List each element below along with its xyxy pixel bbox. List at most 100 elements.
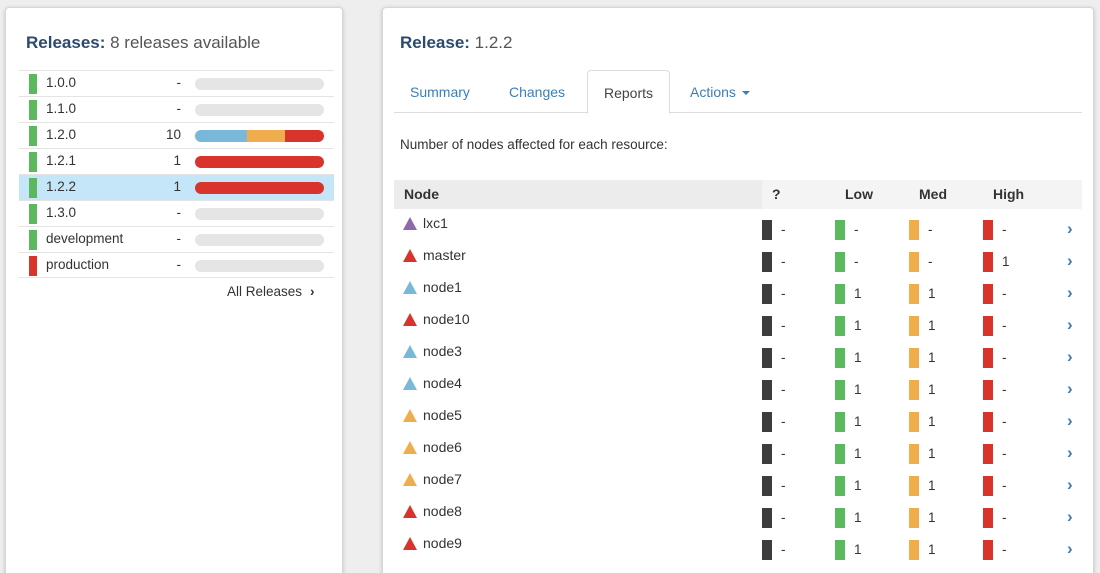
table-row[interactable]: node4 - 1 1 - ›	[394, 369, 1084, 401]
table-row[interactable]: node3 - 1 1 - ›	[394, 337, 1084, 369]
release-name: 1.0.0	[46, 75, 77, 90]
release-item[interactable]: 1.2.2 1	[19, 174, 334, 200]
low-swatch	[835, 476, 845, 496]
release-progress-bar	[195, 208, 324, 220]
unknown-value: -	[781, 222, 786, 237]
chevron-right-icon[interactable]: ›	[1067, 411, 1073, 431]
node-status-triangle-icon	[403, 537, 417, 550]
header-med: Med	[919, 186, 947, 202]
med-swatch	[909, 252, 919, 272]
high-swatch	[983, 348, 993, 368]
high-value: -	[1002, 478, 1007, 493]
unknown-value: -	[781, 350, 786, 365]
release-tabs: Summary Changes Reports Actions	[394, 70, 1082, 114]
tab-reports[interactable]: Reports	[587, 70, 671, 114]
tab-summary-label: Summary	[410, 84, 470, 100]
table-row[interactable]: node9 - 1 1 - ›	[394, 529, 1084, 561]
node-status-triangle-icon	[403, 505, 417, 518]
all-releases-label: All Releases	[227, 284, 303, 299]
tab-summary[interactable]: Summary	[394, 70, 486, 113]
med-value: 1	[928, 382, 936, 397]
unknown-swatch	[762, 540, 772, 560]
release-item[interactable]: production -	[19, 252, 334, 278]
tab-changes[interactable]: Changes	[493, 70, 581, 113]
chevron-right-icon[interactable]: ›	[1067, 283, 1073, 303]
release-bar-segment	[195, 130, 247, 142]
release-count: 1	[173, 153, 181, 168]
high-value: -	[1002, 222, 1007, 237]
node-name: node3	[423, 343, 462, 359]
med-value: -	[928, 254, 933, 269]
release-name: 1.2.1	[46, 153, 77, 168]
node-status-triangle-icon	[403, 441, 417, 454]
table-row[interactable]: master - - - 1 ›	[394, 241, 1084, 273]
release-status-swatch	[29, 152, 37, 172]
release-status-swatch	[29, 230, 37, 250]
table-row[interactable]: node6 - 1 1 - ›	[394, 433, 1084, 465]
release-version: 1.2.2	[469, 33, 513, 52]
low-value: 1	[854, 318, 862, 333]
med-swatch	[909, 284, 919, 304]
chevron-right-icon[interactable]: ›	[1067, 443, 1073, 463]
low-value: 1	[854, 510, 862, 525]
unknown-value: -	[781, 446, 786, 461]
unknown-value: -	[781, 414, 786, 429]
table-row[interactable]: node5 - 1 1 - ›	[394, 401, 1084, 433]
all-releases-link[interactable]: All Releases ›	[227, 284, 315, 299]
chevron-right-icon: ›	[310, 284, 315, 299]
med-swatch	[909, 476, 919, 496]
chevron-right-icon[interactable]: ›	[1067, 347, 1073, 367]
chevron-right-icon[interactable]: ›	[1067, 379, 1073, 399]
high-value: -	[1002, 350, 1007, 365]
node-name: node1	[423, 279, 462, 295]
table-row[interactable]: node7 - 1 1 - ›	[394, 465, 1084, 497]
release-progress-bar	[195, 156, 324, 168]
unknown-value: -	[781, 478, 786, 493]
release-item[interactable]: 1.2.1 1	[19, 148, 334, 174]
releases-count-text: 8 releases available	[105, 33, 261, 52]
table-row[interactable]: node8 - 1 1 - ›	[394, 497, 1084, 529]
release-status-swatch	[29, 100, 37, 120]
table-row[interactable]: lxc1 - - - - ›	[394, 209, 1084, 241]
chevron-right-icon[interactable]: ›	[1067, 315, 1073, 335]
high-swatch	[983, 444, 993, 464]
high-swatch	[983, 284, 993, 304]
unknown-value: -	[781, 318, 786, 333]
table-row[interactable]: node10 - 1 1 - ›	[394, 305, 1084, 337]
tab-reports-label: Reports	[604, 85, 654, 101]
release-item[interactable]: 1.0.0 -	[19, 70, 334, 96]
header-high: High	[993, 186, 1025, 202]
release-bar-segment	[285, 130, 324, 142]
unknown-swatch	[762, 412, 772, 432]
node-name: node6	[423, 439, 462, 455]
release-status-swatch	[29, 256, 37, 276]
low-value: 1	[854, 350, 862, 365]
table-header: Node ? Low Med High	[394, 180, 1084, 209]
node-name: lxc1	[423, 215, 448, 231]
release-name: 1.2.2	[46, 179, 77, 194]
chevron-right-icon[interactable]: ›	[1067, 251, 1073, 271]
releases-title: Releases: 8 releases available	[26, 33, 260, 53]
unknown-value: -	[781, 382, 786, 397]
high-value: -	[1002, 382, 1007, 397]
table-row[interactable]: node1 - 1 1 - ›	[394, 273, 1084, 305]
release-name: 1.2.0	[46, 127, 77, 142]
node-status-triangle-icon	[403, 377, 417, 390]
unknown-swatch	[762, 348, 772, 368]
chevron-right-icon[interactable]: ›	[1067, 539, 1073, 559]
release-status-swatch	[29, 126, 37, 146]
release-progress-bar	[195, 234, 324, 246]
tab-actions[interactable]: Actions	[674, 70, 766, 113]
chevron-right-icon[interactable]: ›	[1067, 475, 1073, 495]
chevron-right-icon[interactable]: ›	[1067, 219, 1073, 239]
release-name: production	[46, 257, 110, 272]
release-item[interactable]: 1.1.0 -	[19, 96, 334, 122]
release-title: Release: 1.2.2	[400, 33, 512, 53]
release-item[interactable]: 1.3.0 -	[19, 200, 334, 226]
chevron-right-icon[interactable]: ›	[1067, 507, 1073, 527]
release-item[interactable]: development -	[19, 226, 334, 252]
node-status-triangle-icon	[403, 281, 417, 294]
release-count: -	[176, 101, 182, 116]
release-item[interactable]: 1.2.0 10	[19, 122, 334, 148]
node-name: node8	[423, 503, 462, 519]
